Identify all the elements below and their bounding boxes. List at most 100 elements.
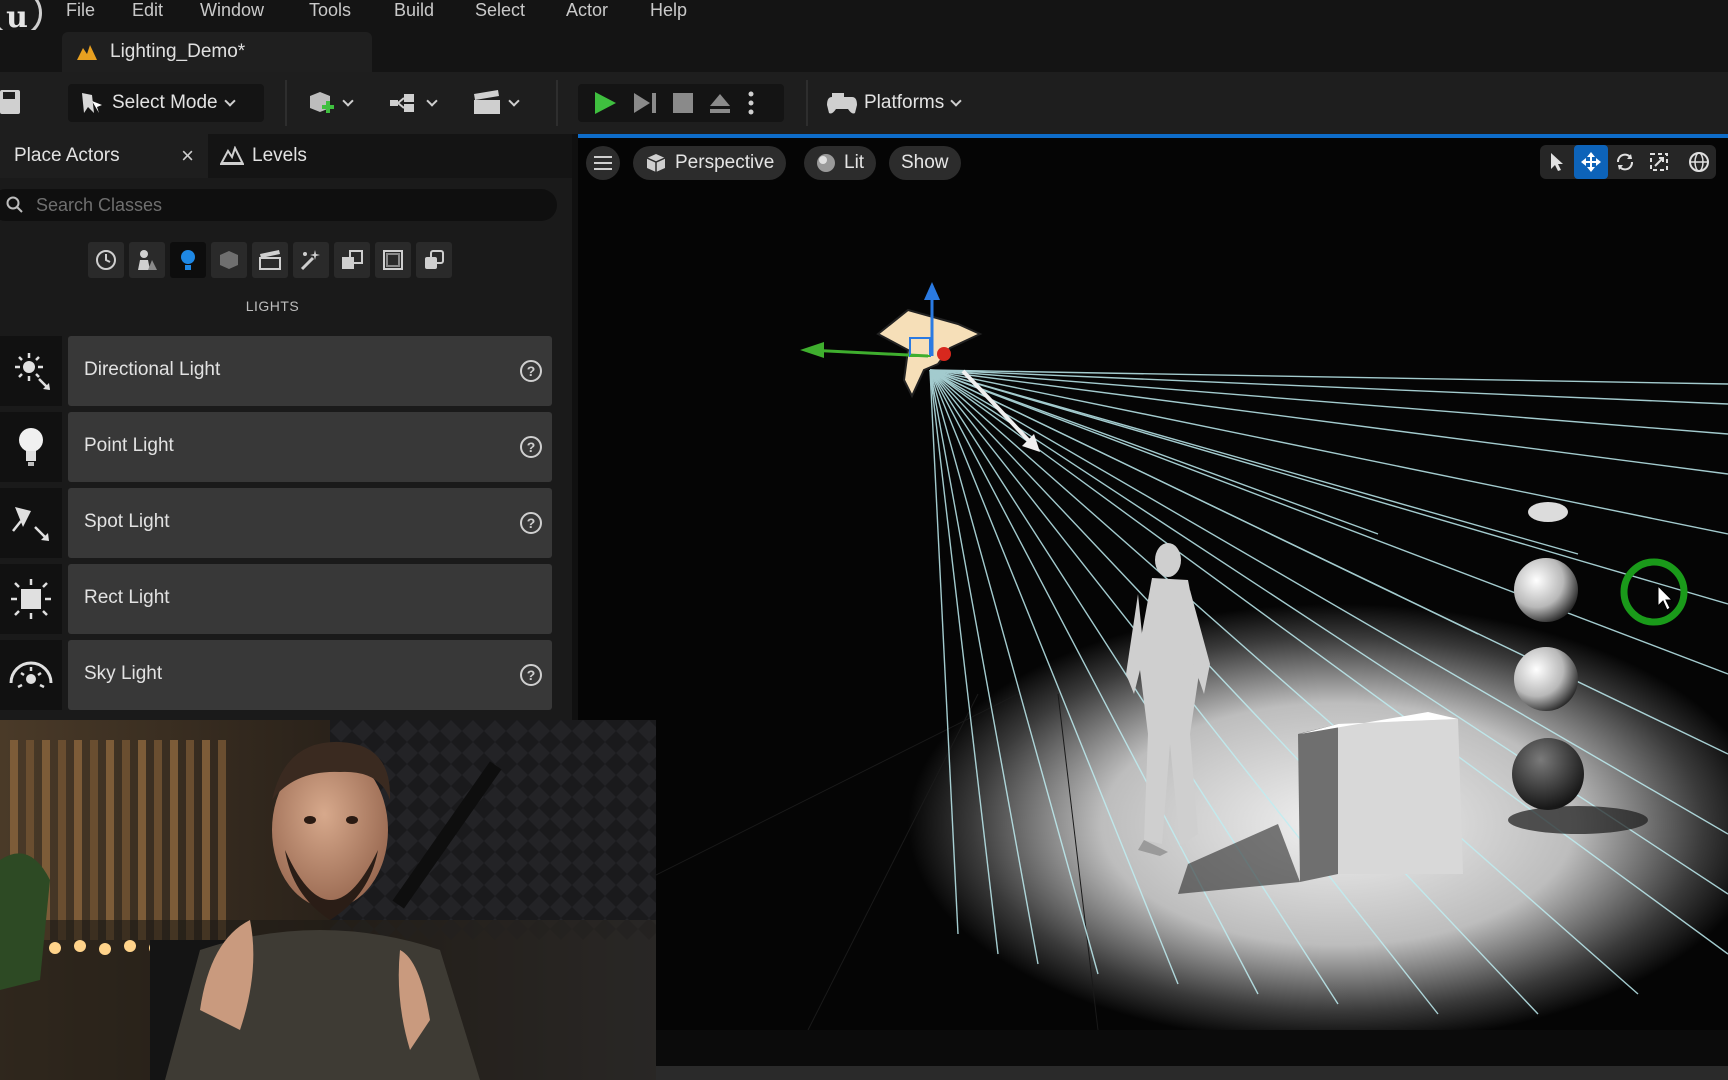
panel-tab-bar: Place Actors × Levels	[0, 134, 572, 178]
actor-label: Directional Light	[84, 359, 221, 380]
rotate-tool-button[interactable]	[1608, 145, 1642, 179]
sky-light-icon	[9, 661, 53, 689]
actor-icon-box	[0, 564, 62, 634]
level-tab[interactable]: Lighting_Demo*	[62, 32, 372, 72]
advance-frame-icon[interactable]	[632, 91, 658, 115]
help-icon[interactable]: ?	[520, 436, 542, 458]
menu-edit[interactable]: Edit	[132, 0, 163, 21]
directional-light-icon	[15, 353, 50, 390]
menu-help[interactable]: Help	[650, 0, 687, 21]
tab-levels[interactable]: Levels	[218, 134, 358, 178]
show-label: Show	[901, 152, 949, 173]
wood-slat	[106, 740, 114, 940]
help-icon[interactable]: ?	[520, 512, 542, 534]
point-light-icon	[19, 428, 43, 466]
viewport-options-button[interactable]	[586, 146, 620, 180]
help-icon[interactable]: ?	[520, 360, 542, 382]
rotate-icon	[1617, 153, 1633, 171]
menu-tools[interactable]: Tools	[309, 0, 351, 21]
toolbar-divider	[556, 80, 558, 126]
wood-slat	[122, 740, 130, 940]
section-title: LIGHTS	[245, 298, 300, 314]
chevron-down-icon	[950, 95, 962, 107]
light-ray	[929, 369, 1728, 385]
presenter-webcam-overlay	[0, 720, 656, 1080]
light-ray	[929, 369, 1728, 535]
chevron-down-icon	[508, 95, 520, 107]
viewport-bottom-strip	[656, 1030, 1728, 1080]
all-classes-icon[interactable]	[416, 242, 452, 278]
platforms-dropdown[interactable]: Platforms	[826, 84, 978, 122]
shapes-icon[interactable]	[211, 242, 247, 278]
recent-icon[interactable]	[88, 242, 124, 278]
visual-effects-icon[interactable]	[293, 242, 329, 278]
actor-item: Rect Light	[68, 564, 552, 634]
sphere-top	[1514, 558, 1578, 622]
scale-tool-button[interactable]	[1642, 145, 1676, 179]
stop-icon[interactable]	[672, 92, 694, 114]
translate-tool-button[interactable]	[1574, 145, 1608, 179]
actor-icon-box	[0, 488, 62, 558]
lights-icon[interactable]	[170, 242, 206, 278]
cinematic-icon[interactable]	[252, 242, 288, 278]
chevron-down-icon	[342, 95, 354, 107]
basic-icon[interactable]	[129, 242, 165, 278]
geometry-icon[interactable]	[375, 242, 411, 278]
perspective-cube-icon	[646, 154, 666, 172]
eject-icon[interactable]	[708, 92, 732, 114]
more-options-icon[interactable]	[748, 91, 754, 115]
wood-slat	[170, 740, 178, 940]
light-ray	[929, 369, 1728, 605]
viewport-active-indicator	[578, 134, 1728, 138]
add-content-button[interactable]	[306, 84, 364, 122]
actor-label: Sky Light	[84, 663, 163, 684]
wood-slat	[154, 740, 162, 940]
actor-row-directional-light[interactable]: Directional Light ?	[0, 336, 552, 406]
document-tab-bar: Lighting_Demo*	[0, 30, 1728, 72]
presenter-video-image	[0, 720, 656, 1080]
main-toolbar: Select Mode Platforms	[0, 72, 1728, 134]
sphere-shadow	[1508, 806, 1648, 834]
search-classes-input[interactable]	[36, 194, 516, 216]
status-bar	[656, 1066, 1728, 1080]
show-flags-button[interactable]: Show	[889, 146, 961, 180]
select-mode-dropdown[interactable]: Select Mode	[68, 84, 264, 122]
select-tool-button[interactable]	[1540, 145, 1574, 179]
menu-bar: u File Edit Window Tools Build Select Ac…	[0, 0, 1728, 38]
save-icon[interactable]	[0, 90, 22, 116]
cinematics-button[interactable]	[472, 84, 530, 122]
tab-levels-label: Levels	[252, 145, 307, 166]
select-mode-icon	[82, 93, 102, 113]
tab-place-actors[interactable]: Place Actors ×	[0, 134, 208, 178]
help-icon[interactable]: ?	[520, 664, 542, 686]
light-ray	[929, 369, 1379, 535]
perspective-button[interactable]: Perspective	[633, 146, 787, 180]
menu-actor[interactable]: Actor	[566, 0, 608, 21]
play-icon[interactable]	[592, 90, 618, 116]
select-mode-label: Select Mode	[112, 92, 218, 113]
actor-label: Rect Light	[84, 587, 170, 608]
world-local-toggle[interactable]	[1682, 145, 1716, 179]
blueprints-button[interactable]	[390, 84, 446, 122]
actor-label: Spot Light	[84, 511, 170, 532]
add-actor-icon	[310, 92, 334, 113]
menu-build[interactable]: Build	[394, 0, 434, 21]
actor-item: Spot Light ?	[68, 488, 552, 558]
close-icon[interactable]: ×	[181, 143, 194, 169]
move-arrows-icon	[1581, 152, 1601, 172]
volumes-icon[interactable]	[334, 242, 370, 278]
actor-row-rect-light[interactable]: Rect Light	[0, 564, 552, 634]
search-icon	[6, 196, 23, 213]
menu-select[interactable]: Select	[475, 0, 525, 21]
wood-slat	[58, 740, 66, 940]
level-viewport[interactable]: Perspective Lit Show	[578, 134, 1728, 1030]
menu-window[interactable]: Window	[200, 0, 264, 21]
actor-row-spot-light[interactable]: Spot Light ?	[0, 488, 552, 558]
menu-file[interactable]: File	[66, 0, 95, 21]
actor-row-point-light[interactable]: Point Light ?	[0, 412, 552, 482]
actor-row-sky-light[interactable]: Sky Light ?	[0, 640, 552, 710]
view-mode-lit-button[interactable]: Lit	[804, 146, 877, 180]
perspective-label: Perspective	[675, 152, 775, 173]
spot-light-icon	[12, 507, 49, 541]
sphere-middle	[1514, 647, 1578, 711]
